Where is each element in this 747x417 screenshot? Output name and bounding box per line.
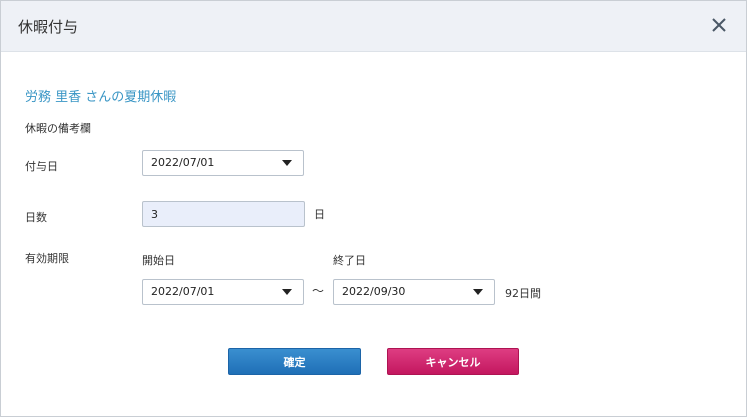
grant-date-label: 付与日	[25, 160, 58, 173]
end-date-label: 終了日	[333, 254, 366, 267]
validity-label: 有効期限	[25, 252, 69, 265]
dialog-header: 休暇付与	[1, 1, 746, 52]
grant-date-value: 2022/07/01	[151, 156, 215, 169]
start-date-label: 開始日	[142, 254, 175, 267]
chevron-down-icon	[282, 289, 292, 295]
end-date-value: 2022/09/30	[342, 285, 406, 298]
confirm-button[interactable]: 確定	[228, 348, 361, 375]
chevron-down-icon	[282, 160, 292, 166]
days-unit: 日	[314, 208, 325, 221]
leave-subject: 労務 里香 さんの夏期休暇	[25, 90, 177, 105]
chevron-down-icon	[473, 289, 483, 295]
cancel-button[interactable]: キャンセル	[387, 348, 519, 375]
grant-date-select[interactable]: 2022/07/01	[142, 150, 304, 176]
close-icon[interactable]	[708, 14, 730, 36]
validity-duration: 92日間	[505, 287, 541, 300]
range-separator: ～	[312, 284, 325, 298]
grant-leave-dialog: 休暇付与 労務 里香 さんの夏期休暇 休暇の備考欄 付与日 2022/07/01…	[0, 0, 747, 417]
dialog-title: 休暇付与	[18, 18, 79, 36]
end-date-select[interactable]: 2022/09/30	[333, 279, 495, 305]
start-date-select[interactable]: 2022/07/01	[142, 279, 304, 305]
days-input[interactable]	[142, 201, 305, 227]
days-label: 日数	[25, 211, 47, 224]
remarks-label: 休暇の備考欄	[25, 122, 91, 135]
start-date-value: 2022/07/01	[151, 285, 215, 298]
